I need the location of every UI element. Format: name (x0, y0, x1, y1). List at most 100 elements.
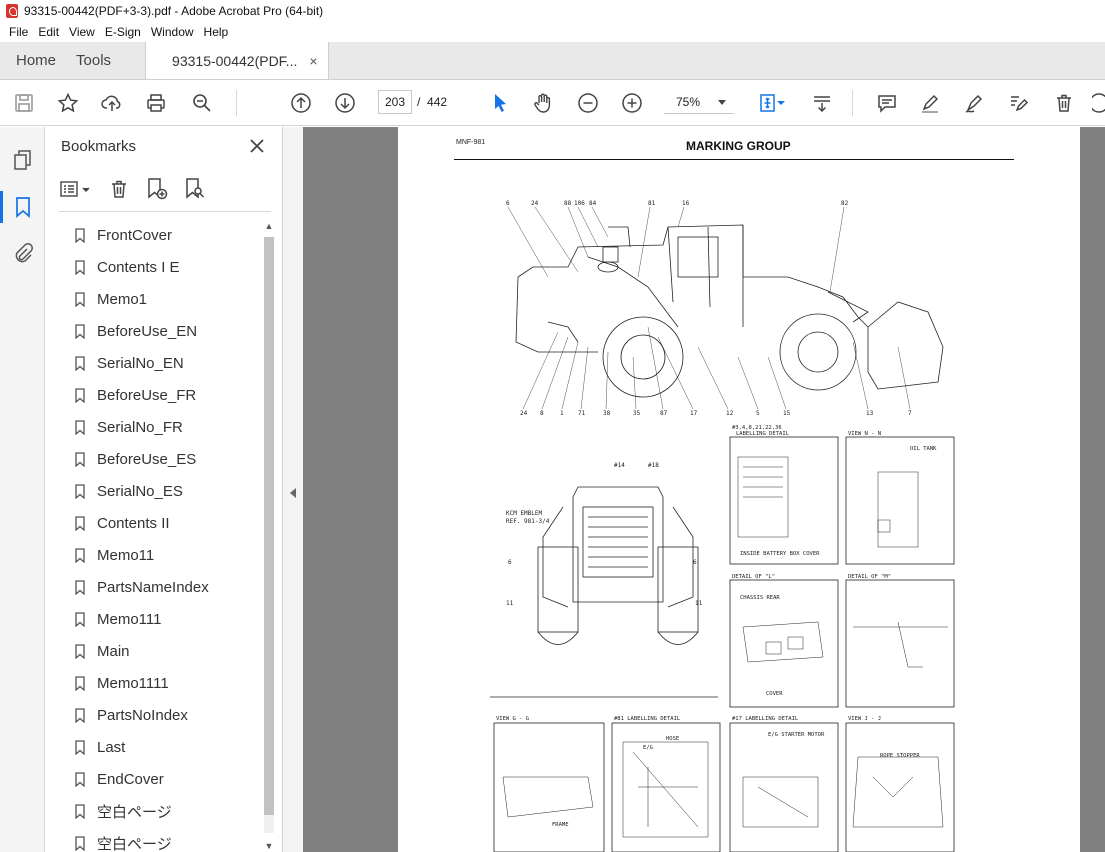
bookmark-item[interactable]: SerialNo_FR (75, 411, 265, 443)
bookmark-item[interactable]: BeforeUse_EN (75, 315, 265, 347)
select-cursor-icon[interactable] (488, 91, 512, 115)
bookmark-item[interactable]: PartsNoIndex (75, 699, 265, 731)
bookmark-tools (59, 177, 207, 201)
panel-collapse-handle[interactable] (283, 127, 303, 852)
menu-bar: File Edit View E-Sign Window Help (0, 22, 1105, 42)
svg-text:11: 11 (506, 600, 514, 607)
bookmark-icon (75, 675, 85, 691)
menu-file[interactable]: File (4, 25, 33, 39)
delete-trash-icon[interactable] (1052, 91, 1076, 115)
next-page-icon[interactable] (333, 91, 357, 115)
svg-text:CHASSIS REAR: CHASSIS REAR (740, 595, 780, 601)
previous-page-icon[interactable] (289, 91, 313, 115)
tab-home[interactable]: Home (0, 42, 72, 79)
bookmark-options-icon[interactable] (59, 177, 93, 201)
svg-text:E/G: E/G (643, 745, 653, 751)
bookmark-item[interactable]: SerialNo_ES (75, 475, 265, 507)
more-tools-icon[interactable] (1092, 91, 1105, 115)
tab-document-label: 93315-00442(PDF... (172, 52, 298, 69)
detail-panel-grid (493, 436, 955, 852)
scroll-up-icon[interactable]: ▲ (264, 221, 274, 231)
print-icon[interactable] (144, 91, 168, 115)
tab-bar: Home Tools 93315-00442(PDF... × (0, 42, 1105, 80)
svg-text:REF. 981-3/4: REF. 981-3/4 (506, 518, 550, 525)
bookmark-item[interactable]: Memo1111 (75, 667, 265, 699)
bookmark-icon (75, 483, 85, 499)
tab-close-icon[interactable]: × (309, 53, 317, 69)
bookmark-item[interactable]: Last (75, 731, 265, 763)
page-number-input[interactable]: 203 (378, 90, 412, 114)
chevron-down-icon (718, 100, 726, 105)
bookmark-icon (75, 387, 85, 403)
svg-text:24: 24 (531, 200, 539, 207)
bookmark-item[interactable]: BeforeUse_FR (75, 379, 265, 411)
bookmark-item[interactable]: Memo111 (75, 603, 265, 635)
svg-text:HOSE: HOSE (666, 736, 679, 742)
bookmark-item[interactable]: Memo1 (75, 283, 265, 315)
svg-text:VIEW N - N: VIEW N - N (848, 431, 881, 437)
bookmark-item[interactable]: FrontCover (75, 219, 265, 251)
bookmark-item[interactable]: 空白ページ (75, 827, 265, 852)
svg-text:DETAIL OF "M": DETAIL OF "M" (848, 574, 891, 580)
tab-tools[interactable]: Tools (72, 42, 127, 79)
comment-icon[interactable] (875, 91, 899, 115)
tab-document[interactable]: 93315-00442(PDF... × (145, 42, 329, 79)
bookmarks-panel-icon[interactable] (0, 191, 35, 223)
bookmark-item[interactable]: PartsNameIndex (75, 571, 265, 603)
attachments-paperclip-icon[interactable] (11, 241, 35, 265)
zoom-search-icon[interactable] (190, 91, 214, 115)
highlight-pen-icon[interactable] (918, 91, 942, 115)
bookmark-item[interactable]: Contents II (75, 507, 265, 539)
page-count: / 442 (417, 95, 448, 109)
scroll-down-icon[interactable]: ▼ (264, 841, 274, 851)
delete-bookmark-icon[interactable] (107, 177, 131, 201)
menu-help[interactable]: Help (199, 25, 234, 39)
menu-esign[interactable]: E-Sign (100, 25, 146, 39)
new-bookmark-icon[interactable] (145, 177, 169, 201)
fit-dropdown-icon[interactable] (776, 91, 786, 115)
bookmark-item[interactable]: 空白ページ (75, 795, 265, 827)
edit-pdf-icon[interactable] (1006, 91, 1030, 115)
upload-cloud-icon[interactable] (100, 91, 124, 115)
svg-text:VIEW J - J: VIEW J - J (848, 716, 881, 722)
svg-text:1: 1 (560, 410, 564, 417)
svg-text:88: 88 (564, 200, 572, 207)
zoom-level-select[interactable]: 75% (664, 90, 734, 114)
bookmark-item[interactable]: Memo11 (75, 539, 265, 571)
bookmark-item[interactable]: Main (75, 635, 265, 667)
scrollbar-thumb[interactable] (264, 237, 274, 815)
page-thumbnails-icon[interactable] (11, 148, 35, 172)
wheel-loader-front-view (537, 486, 699, 645)
bookmark-icon (75, 739, 85, 755)
zoom-in-icon[interactable] (620, 91, 644, 115)
svg-text:5: 5 (756, 410, 760, 417)
bookmark-item[interactable]: EndCover (75, 763, 265, 795)
bookmark-icon (75, 611, 85, 627)
menu-edit[interactable]: Edit (33, 25, 64, 39)
bookmark-search-icon[interactable] (183, 177, 207, 201)
bookmark-icon (75, 771, 85, 787)
close-icon[interactable] (248, 137, 266, 155)
bookmarks-scrollbar[interactable]: ▲ ▼ (261, 221, 277, 851)
bookmark-item[interactable]: Contents I E (75, 251, 265, 283)
bookmark-icon (75, 355, 85, 371)
bookmark-star-icon[interactable] (56, 91, 80, 115)
bookmark-item[interactable]: BeforeUse_ES (75, 443, 265, 475)
bookmark-item[interactable]: SerialNo_EN (75, 347, 265, 379)
hand-tool-icon[interactable] (531, 91, 555, 115)
bookmark-icon (75, 451, 85, 467)
draw-sign-icon[interactable] (962, 91, 986, 115)
svg-text:81: 81 (648, 200, 656, 207)
collapse-arrow-icon (290, 488, 296, 498)
save-icon[interactable] (12, 91, 36, 115)
zoom-out-icon[interactable] (576, 91, 600, 115)
scroll-mode-icon[interactable] (810, 91, 834, 115)
bookmark-icon (75, 547, 85, 563)
svg-text:15: 15 (783, 410, 791, 417)
bookmark-icon (75, 419, 85, 435)
document-view[interactable]: MNF-981 MARKING GROUP 6 24 88 106 84 81 … (303, 127, 1105, 852)
menu-window[interactable]: Window (146, 25, 199, 39)
menu-view[interactable]: View (64, 25, 100, 39)
bookmark-icon (75, 291, 85, 307)
svg-text:VIEW G - G: VIEW G - G (496, 716, 529, 722)
